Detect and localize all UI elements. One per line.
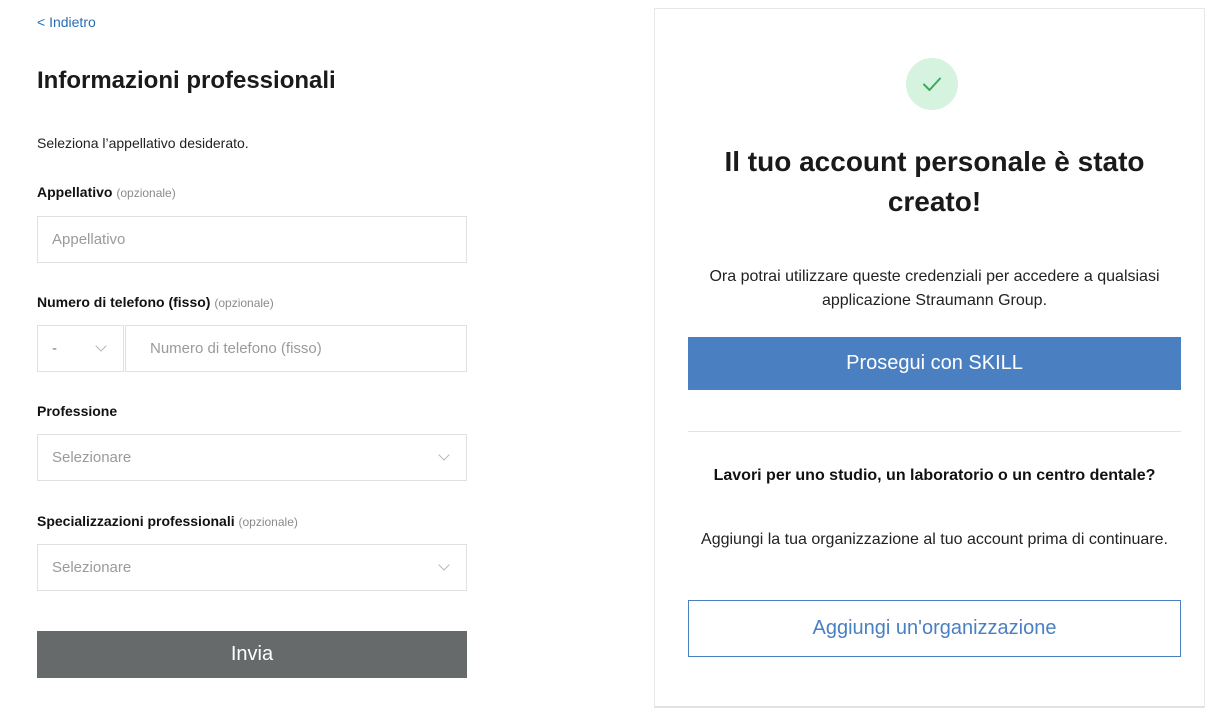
title-field-label: Appellativo (opzionale) bbox=[37, 184, 176, 200]
chevron-down-icon bbox=[438, 559, 450, 571]
profession-select[interactable]: Selezionare bbox=[37, 434, 467, 481]
chevron-down-icon bbox=[95, 340, 107, 352]
add-organization-button[interactable]: Aggiungi un'organizzazione bbox=[688, 600, 1181, 657]
profession-field-label-text: Professione bbox=[37, 403, 118, 419]
optional-tag: (opzionale) bbox=[116, 186, 176, 200]
success-text: Ora potrai utilizzare queste credenziali… bbox=[709, 268, 1160, 309]
success-title: Il tuo account personale è stato creato! bbox=[724, 146, 1145, 217]
continue-skill-button[interactable]: Prosegui con SKILL bbox=[688, 337, 1181, 390]
organization-text: Aggiungi la tua organizzazione al tuo ac… bbox=[701, 531, 1168, 548]
profession-field-label: Professione bbox=[37, 403, 117, 419]
back-link[interactable]: < Indietro bbox=[37, 14, 96, 30]
page-title: Informazioni professionali bbox=[37, 67, 336, 94]
specializations-field-label: Specializzazioni professionali (opzional… bbox=[37, 513, 298, 529]
organization-question: Lavori per uno studio, un laboratorio o … bbox=[713, 467, 1156, 484]
phone-input[interactable]: Numero di telefono (fisso) bbox=[125, 325, 467, 372]
phone-field-label-text: Numero di telefono (fisso) bbox=[37, 294, 211, 310]
check-icon bbox=[923, 77, 941, 91]
specializations-select-value: Selezionare bbox=[52, 559, 132, 576]
divider bbox=[688, 431, 1181, 432]
phone-field-label: Numero di telefono (fisso) (opzionale) bbox=[37, 294, 274, 310]
phone-prefix-value: - bbox=[52, 340, 57, 357]
profession-select-value: Selezionare bbox=[52, 449, 132, 466]
intro-text: Seleziona l’appellativo desiderato. bbox=[37, 135, 249, 151]
success-badge bbox=[906, 58, 958, 110]
submit-button[interactable]: Invia bbox=[37, 631, 467, 678]
title-field-label-text: Appellativo bbox=[37, 184, 113, 200]
chevron-down-icon bbox=[438, 449, 450, 461]
title-input[interactable]: Appellativo bbox=[37, 216, 467, 263]
optional-tag: (opzionale) bbox=[214, 296, 274, 310]
phone-prefix-select[interactable]: - bbox=[37, 325, 124, 372]
optional-tag: (opzionale) bbox=[238, 515, 298, 529]
title-input-placeholder: Appellativo bbox=[52, 231, 126, 248]
phone-input-placeholder: Numero di telefono (fisso) bbox=[150, 340, 322, 357]
specializations-field-label-text: Specializzazioni professionali bbox=[37, 513, 235, 529]
specializations-select[interactable]: Selezionare bbox=[37, 544, 467, 591]
